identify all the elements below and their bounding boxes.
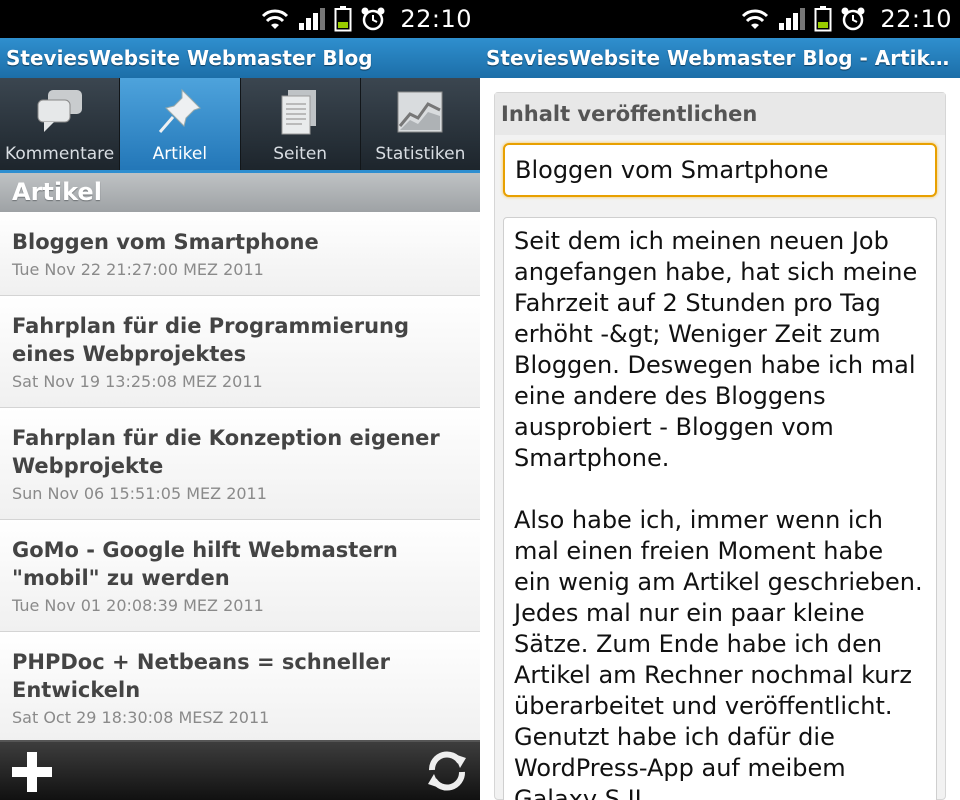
signal-icon xyxy=(779,8,806,30)
wifi-icon xyxy=(742,9,769,29)
list-item[interactable]: GoMo - Google hilft Webmastern "mobil" z… xyxy=(0,520,480,632)
list-item[interactable]: PHPDoc + Netbeans = schneller Entwickeln… xyxy=(0,632,480,740)
post-title: Fahrplan für die Konzeption eigener Webp… xyxy=(12,426,440,478)
alarm-icon xyxy=(361,7,385,31)
app-title: SteviesWebsite Webmaster Blog - Artikel … xyxy=(480,38,960,78)
status-bar: 22:10 xyxy=(0,0,480,38)
post-title: Bloggen vom Smartphone xyxy=(12,230,319,254)
stats-chart-icon xyxy=(397,91,443,133)
battery-icon xyxy=(334,6,352,32)
tab-statistiken[interactable]: Statistiken xyxy=(361,78,480,170)
comments-icon xyxy=(37,90,82,132)
post-title: PHPDoc + Netbeans = schneller Entwickeln xyxy=(12,650,390,702)
tab-label: Seiten xyxy=(273,144,328,164)
post-title: GoMo - Google hilft Webmastern "mobil" z… xyxy=(12,538,398,590)
status-bar: 22:10 xyxy=(480,0,960,38)
post-title: Fahrplan für die Programmierung eines We… xyxy=(12,314,410,366)
add-post-icon[interactable] xyxy=(10,750,54,794)
pushpin-icon xyxy=(158,88,201,133)
post-date: Sat Nov 19 13:25:08 MEZ 2011 xyxy=(12,372,263,391)
post-date: Sun Nov 06 15:51:05 MEZ 2011 xyxy=(12,484,267,503)
section-header: Artikel xyxy=(0,170,480,212)
list-item[interactable]: Bloggen vom Smartphone Tue Nov 22 21:27:… xyxy=(0,212,480,296)
panel-heading: Inhalt veröffentlichen xyxy=(495,93,945,135)
tab-seiten[interactable]: Seiten xyxy=(241,78,361,170)
post-date: Tue Nov 01 20:08:39 MEZ 2011 xyxy=(12,596,264,615)
posts-screen: 22:10 SteviesWebsite Webmaster Blog Komm… xyxy=(0,0,480,800)
app-title: SteviesWebsite Webmaster Blog xyxy=(0,38,480,78)
tab-label: Artikel xyxy=(152,144,208,164)
list-item[interactable]: Fahrplan für die Konzeption eigener Webp… xyxy=(0,408,480,520)
signal-icon xyxy=(299,8,326,30)
bottom-toolbar xyxy=(0,740,480,800)
clock: 22:10 xyxy=(400,5,472,33)
publish-panel: Inhalt veröffentlichen Bloggen vom Smart… xyxy=(494,92,946,800)
wifi-icon xyxy=(262,9,289,29)
edit-post-screen: 22:10 SteviesWebsite Webmaster Blog - Ar… xyxy=(480,0,960,800)
post-title-field[interactable]: Bloggen vom Smartphone xyxy=(503,143,937,197)
tab-kommentare[interactable]: Kommentare xyxy=(0,78,121,170)
alarm-icon xyxy=(841,7,865,31)
post-list[interactable]: Bloggen vom Smartphone Tue Nov 22 21:27:… xyxy=(0,212,480,740)
battery-icon xyxy=(814,6,832,32)
tab-bar: Kommentare Artikel Seiten Statistiken xyxy=(0,78,480,170)
tab-label: Statistiken xyxy=(375,144,466,164)
list-item[interactable]: Fahrplan für die Programmierung eines We… xyxy=(0,296,480,408)
tab-label: Kommentare xyxy=(5,144,115,164)
pages-icon xyxy=(281,90,317,135)
post-date: Sat Oct 29 18:30:08 MESZ 2011 xyxy=(12,708,270,727)
refresh-icon[interactable] xyxy=(424,748,470,794)
clock: 22:10 xyxy=(880,5,952,33)
post-content-field[interactable]: Seit dem ich meinen neuen Job angefangen… xyxy=(503,217,937,800)
post-date: Tue Nov 22 21:27:00 MEZ 2011 xyxy=(12,260,264,279)
tab-artikel[interactable]: Artikel xyxy=(120,78,241,170)
